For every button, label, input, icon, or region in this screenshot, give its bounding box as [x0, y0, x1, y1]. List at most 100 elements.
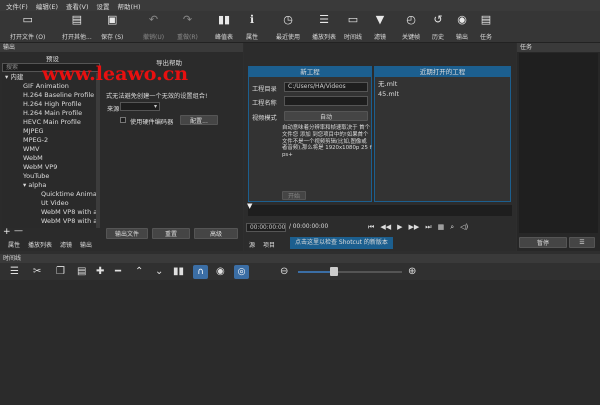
- preset-item[interactable]: WMV: [23, 145, 39, 154]
- start-button[interactable]: 开始: [282, 191, 306, 200]
- menu-item[interactable]: 设置: [97, 1, 110, 11]
- jobs-menu-button[interactable]: ☰: [569, 237, 595, 248]
- tab-source[interactable]: 源: [249, 240, 255, 249]
- menu-item[interactable]: 帮助(H): [118, 1, 141, 11]
- menu-item[interactable]: 文件(F): [6, 1, 28, 11]
- hw-encoder-checkbox[interactable]: [120, 117, 126, 123]
- advanced-button[interactable]: 高级: [194, 228, 238, 239]
- video-mode-select[interactable]: 自动: [284, 111, 368, 121]
- update-notice[interactable]: 点击这里以检查 Shotcut 的新版本: [290, 237, 393, 249]
- keyframes-icon: ◴: [406, 13, 416, 26]
- configure-button[interactable]: 配置...: [180, 115, 218, 125]
- volume-icon[interactable]: ◁): [460, 223, 468, 232]
- scrub-icon[interactable]: ◉: [216, 266, 225, 278]
- recent-project-item[interactable]: 45.mlt: [378, 89, 507, 99]
- main-toolbar: ▭ 打开文件 (O) ▤ 打开其他... ▣ 保存 (S) ↶ 撤销(U) ↷ 重做(R) ▮▮ 峰值…: [0, 11, 600, 43]
- timecode-field[interactable]: 00:00:00:00: [246, 223, 286, 232]
- preset-scrollbar[interactable]: [96, 73, 100, 228]
- preset-item[interactable]: ▾ alpha: [23, 181, 46, 190]
- preset-item[interactable]: MPEG-2: [23, 136, 48, 145]
- skip-end-icon[interactable]: ⏭: [425, 223, 431, 232]
- menu-icon: ☰: [579, 239, 585, 246]
- bottom-tab[interactable]: 输出: [80, 240, 92, 249]
- preset-item[interactable]: ▾ 内建: [5, 73, 23, 82]
- properties-button[interactable]: ℹ 属性: [246, 13, 258, 41]
- bottom-tab[interactable]: 滤镜: [60, 240, 72, 249]
- toolbar-label: 属性: [246, 34, 259, 41]
- rewind-icon[interactable]: ◀◀: [380, 223, 391, 232]
- toolbar-label: 保存 (S): [101, 34, 124, 41]
- lift-icon[interactable]: ⌃: [135, 266, 143, 278]
- add-preset-icon[interactable]: +: [3, 227, 11, 237]
- preset-item[interactable]: WebM VP8 with alpha: [41, 217, 100, 226]
- bottom-tab[interactable]: 属性: [8, 240, 20, 249]
- jobs-icon: ▤: [480, 13, 492, 26]
- menu-item[interactable]: 编辑(E): [36, 1, 58, 11]
- split-icon[interactable]: ▮▮: [173, 266, 184, 278]
- filters-icon: ▼: [375, 13, 385, 26]
- peak-meter-button[interactable]: ▮▮ 峰值表: [215, 13, 233, 41]
- paste-icon[interactable]: ▤: [77, 266, 86, 278]
- zoom-in-icon[interactable]: ⊕: [408, 266, 416, 278]
- scrubber-bar[interactable]: [248, 205, 512, 216]
- export-button[interactable]: ◉ 输出: [456, 13, 468, 41]
- keyframes-button[interactable]: ◴ 关键帧: [402, 13, 420, 41]
- recent-project-item[interactable]: 无.mlt: [378, 79, 507, 89]
- preset-item[interactable]: H.264 Main Profile: [23, 109, 82, 118]
- timeline-icon: ▭: [347, 13, 359, 26]
- preset-item[interactable]: HEVC Main Profile: [23, 118, 81, 127]
- snap-icon[interactable]: ∩: [193, 265, 208, 279]
- history-icon: ↺: [433, 13, 443, 26]
- ripple-delete-icon[interactable]: ━: [115, 266, 121, 278]
- preset-item[interactable]: Ut Video: [41, 199, 69, 208]
- preset-item[interactable]: MJPEG: [23, 127, 44, 136]
- grid-icon[interactable]: ▦: [438, 223, 445, 232]
- pause-jobs-button[interactable]: 暂停: [519, 237, 567, 248]
- redo-button[interactable]: ↷ 重做(R): [177, 13, 198, 41]
- timeline-button[interactable]: ▭ 时间线: [344, 13, 362, 41]
- playhead-icon[interactable]: ▼: [247, 202, 252, 210]
- zoom-slider-handle[interactable]: [330, 267, 338, 276]
- preset-item[interactable]: YouTube: [23, 172, 49, 181]
- zoom-out-icon[interactable]: ⊖: [280, 266, 288, 278]
- project-dir-field[interactable]: C:/Users/HA/Videos: [284, 82, 368, 92]
- remove-preset-icon[interactable]: —: [14, 226, 23, 236]
- filters-button[interactable]: ▼ 滤镜: [374, 13, 386, 41]
- skip-start-icon[interactable]: ⏮: [368, 223, 374, 232]
- save-button[interactable]: ▣ 保存 (S): [101, 13, 123, 41]
- source-select[interactable]: ▾: [120, 102, 160, 111]
- reset-button[interactable]: 重置: [152, 228, 190, 239]
- preset-item[interactable]: WebM VP8 with alpha: [41, 208, 100, 217]
- ripple-icon[interactable]: ◎: [234, 265, 249, 279]
- export-file-button[interactable]: 输出文件: [106, 228, 148, 239]
- folder-open-button[interactable]: ▭ 打开文件 (O): [10, 13, 45, 41]
- open-other-button[interactable]: ▤ 打开其他...: [62, 13, 92, 41]
- fast-forward-icon[interactable]: ▶▶: [408, 223, 419, 232]
- preset-item[interactable]: H.264 Baseline Profile: [23, 91, 94, 100]
- undo-button[interactable]: ↶ 撤销(U): [143, 13, 164, 41]
- history-button[interactable]: ↺ 历史: [432, 13, 444, 41]
- playlist-button[interactable]: ☰ 播放列表: [312, 13, 336, 41]
- preset-item[interactable]: Quicktime Animation: [41, 190, 100, 199]
- preset-item[interactable]: H.264 High Profile: [23, 100, 82, 109]
- player-tabs: 源 项目: [249, 240, 275, 249]
- tab-project[interactable]: 项目: [263, 240, 275, 249]
- properties-icon: ℹ: [249, 13, 255, 26]
- preset-item[interactable]: WebM: [23, 154, 43, 163]
- cut-icon[interactable]: ✂: [33, 266, 41, 278]
- preset-item[interactable]: WebM VP9: [23, 163, 57, 172]
- recent-button[interactable]: ◷ 最近使用: [276, 13, 300, 41]
- overwrite-icon[interactable]: ⌄: [155, 266, 163, 278]
- bottom-tab[interactable]: 播放列表: [28, 240, 52, 249]
- timeline-menu-icon[interactable]: ☰: [10, 266, 19, 278]
- presets-header: 预设: [46, 55, 59, 63]
- jobs-button[interactable]: ▤ 任务: [480, 13, 492, 41]
- copy-icon[interactable]: ❐: [56, 266, 65, 278]
- zoom-slider-fill: [298, 271, 334, 273]
- play-icon[interactable]: ▶: [397, 223, 402, 232]
- toolbar-label: 任务: [480, 34, 493, 41]
- project-name-field[interactable]: [284, 96, 368, 106]
- zoom-icon[interactable]: ⌕: [450, 223, 454, 232]
- append-icon[interactable]: ✚: [96, 266, 104, 278]
- menu-item[interactable]: 查看(V): [66, 1, 89, 11]
